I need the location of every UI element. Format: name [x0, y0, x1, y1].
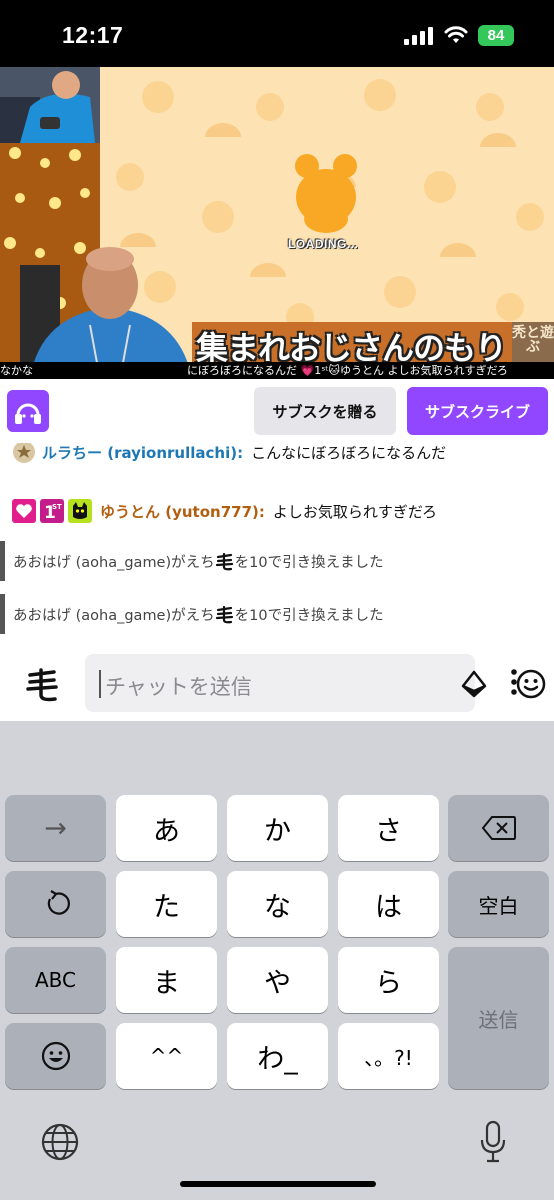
key-sa-label: さ [375, 815, 402, 847]
japanese-keyboard: → あ か さ た な は 空白 ABC ま や ら 送信 ^^ わ_ 、。?! [0, 721, 554, 1200]
battery-indicator: 84 [478, 25, 514, 46]
key-a-label: あ [153, 815, 180, 847]
key-space[interactable]: 空白 [448, 871, 549, 937]
chat-username[interactable]: ルラちー (rayionrullachi): [42, 443, 243, 463]
streamer-cam [20, 247, 192, 379]
notice-text-post: を10で引き換えました [234, 555, 384, 571]
chat-message-text: こんなにぼろぼろになるんだ [251, 443, 447, 462]
channel-avatar[interactable] [7, 390, 49, 432]
stream-logo: 秃と遊ぶ [512, 322, 554, 364]
emoji-key-icon [41, 1041, 70, 1071]
key-wa[interactable]: わ_ [227, 1023, 328, 1089]
channel-toolbar: サブスクを贈る サブスクライブ [0, 379, 554, 443]
more-options-icon[interactable] [508, 667, 520, 697]
key-arrow-right-label: → [44, 812, 67, 844]
user-badge-icon [13, 443, 35, 463]
key-ma[interactable]: ま [116, 947, 217, 1013]
stream-logo-text: 秃と遊ぶ [512, 325, 554, 355]
notice-accent-bar [0, 594, 5, 634]
key-na-label: な [264, 891, 291, 923]
wifi-icon [444, 26, 468, 43]
heart-badge-icon [12, 499, 36, 523]
gift-subscription-button[interactable]: サブスクを贈る [254, 387, 396, 435]
key-kaomoji-label: ^^ [149, 1044, 184, 1068]
emoji-icon[interactable] [516, 669, 546, 699]
key-a[interactable]: あ [116, 795, 217, 861]
stream-video[interactable]: LOADING... 集まれおじさんのもり 秃と遊ぶ なかな にぼろぼろになるん… [0, 67, 554, 379]
subscribe-button[interactable]: サブスクライブ [407, 387, 548, 435]
key-ka[interactable]: か [227, 795, 328, 861]
text-caret [99, 670, 101, 698]
microphone-icon[interactable] [480, 1120, 506, 1164]
chat-input[interactable]: チャットを送信 [85, 654, 546, 712]
subscribe-label: サブスクライブ [424, 402, 530, 421]
key-na[interactable]: な [227, 871, 328, 937]
key-ya-label: や [264, 967, 291, 999]
notice-text-pre: あおはげ (aoha_game)がえち [13, 555, 215, 571]
key-punctuation-label: 、。?! [364, 1045, 413, 1070]
emote-ke-button-icon[interactable] [22, 665, 62, 705]
key-emoji[interactable] [5, 1023, 106, 1089]
key-ka-label: か [264, 815, 291, 847]
battery-level: 84 [487, 27, 505, 44]
key-ha[interactable]: は [338, 871, 439, 937]
chat-username[interactable]: ゆうとん (yuton777): [100, 501, 265, 522]
key-ta[interactable]: た [116, 871, 217, 937]
chat-message-text: よしお気取られすぎだろ [272, 502, 437, 521]
chat-input-row: チャットを送信 [0, 651, 554, 721]
notice-text-post: を10で引き換えました [234, 608, 384, 624]
key-ha-label: は [375, 891, 402, 923]
backspace-icon [481, 816, 516, 840]
home-indicator [180, 1181, 376, 1187]
emote-ke-icon [215, 605, 233, 623]
cat-badge-icon [68, 499, 92, 523]
key-backspace[interactable] [448, 795, 549, 861]
undo-icon [47, 890, 70, 915]
bits-icon[interactable] [460, 670, 488, 698]
chat-message: ルラちー (rayionrullachi): こんなにぼろぼろになるんだ [12, 443, 446, 464]
first-badge-icon: 1 ST [40, 499, 64, 523]
streamer-cam-top [0, 67, 100, 143]
key-arrow-right[interactable]: → [5, 795, 106, 861]
key-ya[interactable]: や [227, 947, 328, 1013]
chat-input-placeholder: チャットを送信 [105, 675, 252, 699]
chat-ticker-text: なかな にぼろぼろになるんだ 💗1ˢᵗ🐱ゆうとん よしお気取られすぎだろ [0, 364, 508, 377]
key-kaomoji[interactable]: ^^ [116, 1023, 217, 1089]
loading-text: LOADING... [288, 237, 359, 251]
key-ra[interactable]: ら [338, 947, 439, 1013]
chat-message: 1 ST ゆうとん (yuton777): よしお気取られすぎだろ [12, 499, 437, 523]
key-wa-label: わ_ [257, 1043, 298, 1075]
headphones-icon [15, 403, 41, 424]
emote-ke-icon [215, 552, 233, 570]
chat-ticker-overlay: なかな にぼろぼろになるんだ 💗1ˢᵗ🐱ゆうとん よしお気取られすぎだろ [0, 362, 554, 379]
key-send-label: 送信 [478, 1007, 519, 1032]
notice-accent-bar [0, 541, 5, 581]
redemption-notice: あおはげ (aoha_game)がえち を10で引き換えました [0, 541, 554, 581]
redemption-notice: あおはげ (aoha_game)がえち を10で引き換えました [0, 594, 554, 634]
status-time: 12:17 [62, 22, 124, 48]
key-space-label: 空白 [478, 893, 519, 918]
key-ta-label: た [153, 891, 180, 923]
key-ra-label: ら [375, 967, 402, 999]
cellular-signal-icon [404, 27, 433, 45]
status-bar: 12:17 84 [0, 0, 554, 67]
key-ma-label: ま [153, 967, 180, 999]
notice-text-pre: あおはげ (aoha_game)がえち [13, 608, 215, 624]
key-sa[interactable]: さ [338, 795, 439, 861]
gift-subscription-label: サブスクを贈る [272, 402, 378, 421]
globe-icon[interactable] [40, 1122, 80, 1162]
chat-list[interactable]: ルラちー (rayionrullachi): こんなにぼろぼろになるんだ 1 ST… [0, 443, 554, 651]
key-punctuation[interactable]: 、。?! [338, 1023, 439, 1089]
key-abc-label: ABC [34, 968, 76, 992]
key-abc[interactable]: ABC [5, 947, 106, 1013]
key-send[interactable]: 送信 [448, 947, 549, 1089]
svg-text:ST: ST [52, 503, 62, 511]
key-undo[interactable] [5, 871, 106, 937]
